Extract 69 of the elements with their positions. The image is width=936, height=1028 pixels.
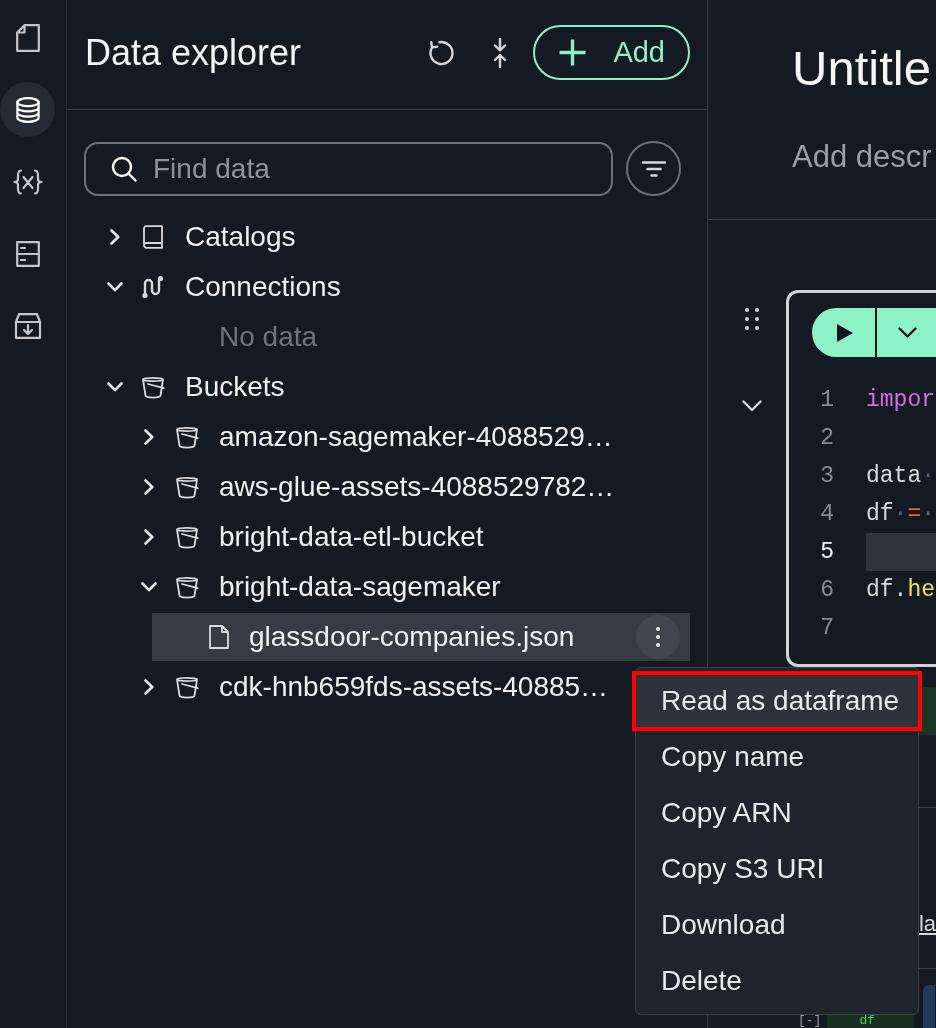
caret-icon [898, 327, 917, 338]
search-field[interactable]: Find data [84, 141, 613, 196]
chevron-down-icon[interactable] [107, 282, 123, 292]
bucket-icon [141, 375, 165, 399]
line-number: 7 [819, 614, 834, 643]
line-number: 4 [819, 500, 834, 529]
menu-item[interactable]: Copy ARN [636, 785, 918, 841]
line-number: 3 [819, 462, 834, 491]
chevron-down-icon[interactable] [742, 400, 762, 412]
tree-item[interactable]: Catalogs [84, 213, 296, 261]
line-number: 2 [819, 424, 834, 453]
menu-item[interactable]: Delete [636, 953, 918, 1009]
drag-handle-icon[interactable] [745, 308, 759, 330]
link[interactable]: la [918, 912, 936, 936]
tree-item[interactable]: bright-data-etl-bucket [118, 513, 484, 561]
code-line: df·=· [866, 500, 936, 529]
code-line: data· [866, 462, 936, 491]
filter-button[interactable] [626, 141, 681, 196]
archive-icon [13, 312, 42, 339]
kebab-icon [656, 627, 660, 647]
filter-icon [641, 160, 666, 177]
tree-item[interactable]: amazon-sagemaker-4088529… [118, 413, 613, 461]
line-number: 5 [819, 538, 834, 567]
tree-item[interactable]: bright-data-sagemaker [118, 563, 501, 611]
menu-item[interactable]: Download [636, 897, 918, 953]
variables-icon [12, 168, 43, 195]
server-icon [15, 240, 40, 267]
tree-item[interactable]: aws-glue-assets-4088529782… [118, 463, 615, 511]
chevron-right-icon[interactable] [144, 529, 154, 545]
refresh-icon[interactable] [428, 39, 456, 66]
line-number: 1 [819, 386, 834, 415]
connection-icon [141, 275, 165, 299]
description-field[interactable]: Add descr [792, 137, 936, 177]
search-icon [111, 155, 137, 182]
run-button[interactable] [812, 308, 877, 357]
code-line: impor [866, 386, 936, 415]
panel-title: Data explorer [85, 30, 302, 75]
tree-item[interactable]: Buckets [84, 363, 285, 411]
bucket-icon [175, 675, 199, 699]
play-icon [836, 323, 853, 342]
notebook-title[interactable]: Untitle [792, 40, 936, 96]
bucket-icon [175, 475, 199, 499]
bucket-icon [175, 575, 199, 599]
execution-counter: [-] [798, 1013, 822, 1028]
tree-item[interactable]: cdk-hnb659fds-assets-40885… [118, 663, 609, 711]
book-icon [141, 225, 165, 249]
chevron-down-icon[interactable] [141, 582, 157, 592]
bucket-icon [175, 525, 199, 549]
chevron-right-icon[interactable] [110, 229, 120, 245]
menu-item[interactable]: Read as dataframe [632, 671, 922, 731]
line-number: 6 [819, 576, 834, 605]
code-line: df.he [866, 576, 936, 605]
menu-item[interactable]: Copy S3 URI [636, 841, 918, 897]
empty-message: No data [219, 321, 318, 353]
file-icon [15, 23, 40, 52]
chevron-right-icon[interactable] [144, 479, 154, 495]
bucket-icon [175, 425, 199, 449]
tree-item[interactable]: glassdoor-companies.json [152, 613, 690, 661]
menu-item[interactable]: Copy name [636, 729, 918, 785]
database-icon [15, 96, 40, 123]
tile [923, 985, 936, 1028]
tree-item[interactable]: Connections [84, 263, 341, 311]
add-button[interactable]: Add [533, 25, 690, 80]
more-button[interactable] [636, 615, 680, 659]
plus-icon [558, 38, 588, 67]
file-icon [209, 625, 229, 649]
chevron-right-icon[interactable] [144, 679, 154, 695]
chevron-down-icon[interactable] [107, 382, 123, 392]
chevron-right-icon[interactable] [144, 429, 154, 445]
